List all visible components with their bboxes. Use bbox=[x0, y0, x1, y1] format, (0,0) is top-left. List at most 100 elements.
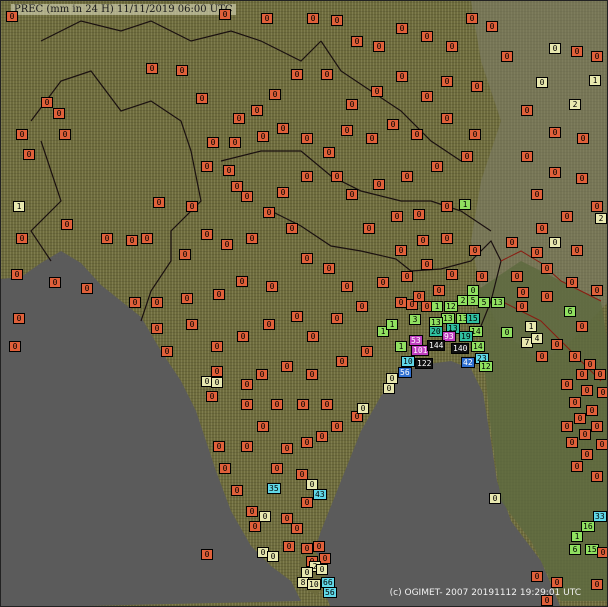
station-value: 0 bbox=[571, 461, 583, 472]
station-value: 1 bbox=[459, 199, 471, 210]
station-value: 16 bbox=[581, 521, 595, 532]
station-value: 0 bbox=[373, 41, 385, 52]
station-value: 0 bbox=[597, 547, 607, 558]
station-value: 1 bbox=[571, 531, 583, 542]
station-value: 1 bbox=[395, 341, 407, 352]
station-value: 0 bbox=[561, 211, 573, 222]
precipitation-map: PREC (mm in 24 H) 11/11/2019 06:00 UTC 0… bbox=[0, 0, 608, 607]
station-value: 0 bbox=[476, 271, 488, 282]
station-value: 0 bbox=[237, 331, 249, 342]
station-value: 0 bbox=[151, 323, 163, 334]
station-value: 0 bbox=[577, 133, 589, 144]
border-nepal bbox=[270, 210, 412, 272]
station-value: 0 bbox=[549, 43, 561, 54]
station-value: 0 bbox=[246, 506, 258, 517]
station-value: 0 bbox=[466, 13, 478, 24]
station-value: 0 bbox=[431, 161, 443, 172]
station-value: 0 bbox=[521, 105, 533, 116]
station-value: 0 bbox=[61, 219, 73, 230]
station-value: 0 bbox=[146, 63, 158, 74]
station-value: 12 bbox=[479, 361, 493, 372]
station-value: 0 bbox=[223, 165, 235, 176]
station-value: 0 bbox=[53, 108, 65, 119]
station-value: 0 bbox=[521, 151, 533, 162]
station-value: 0 bbox=[383, 383, 395, 394]
station-value: 0 bbox=[263, 207, 275, 218]
station-value: 0 bbox=[361, 346, 373, 357]
station-value: 0 bbox=[229, 137, 241, 148]
station-value: 0 bbox=[307, 331, 319, 342]
station-value: 122 bbox=[415, 358, 434, 369]
station-value: 0 bbox=[413, 209, 425, 220]
station-value: 0 bbox=[261, 13, 273, 24]
station-value: 0 bbox=[471, 81, 483, 92]
station-value: 0 bbox=[366, 133, 378, 144]
station-value: 144 bbox=[427, 340, 446, 351]
station-value: 0 bbox=[541, 263, 553, 274]
station-value: 0 bbox=[316, 431, 328, 442]
station-value: 0 bbox=[283, 541, 295, 552]
station-value: 0 bbox=[256, 369, 268, 380]
station-value: 0 bbox=[13, 313, 25, 324]
station-value: 0 bbox=[549, 127, 561, 138]
station-value: 0 bbox=[331, 171, 343, 182]
station-value: 0 bbox=[301, 437, 313, 448]
station-value: 15 bbox=[466, 313, 480, 324]
station-value: 0 bbox=[241, 379, 253, 390]
station-value: 0 bbox=[297, 399, 309, 410]
station-value: 0 bbox=[206, 391, 218, 402]
station-value: 0 bbox=[586, 405, 598, 416]
station-value: 0 bbox=[179, 249, 191, 260]
station-value: 0 bbox=[489, 493, 501, 504]
station-value: 0 bbox=[591, 471, 603, 482]
station-value: 0 bbox=[221, 239, 233, 250]
station-value: 0 bbox=[517, 287, 529, 298]
station-value: 0 bbox=[281, 443, 293, 454]
station-value: 0 bbox=[511, 271, 523, 282]
station-value: 0 bbox=[501, 51, 513, 62]
station-value: 0 bbox=[141, 233, 153, 244]
station-value: 0 bbox=[301, 567, 313, 578]
station-value: 0 bbox=[516, 301, 528, 312]
station-value: 0 bbox=[395, 245, 407, 256]
station-value: 0 bbox=[307, 13, 319, 24]
station-value: 3 bbox=[409, 314, 421, 325]
station-value: 56 bbox=[323, 587, 337, 598]
station-value: 0 bbox=[391, 211, 403, 222]
station-value: 0 bbox=[569, 397, 581, 408]
station-value: 0 bbox=[249, 521, 261, 532]
station-value: 0 bbox=[321, 399, 333, 410]
station-value: 0 bbox=[16, 129, 28, 140]
station-value: 0 bbox=[6, 11, 18, 22]
station-value: 1 bbox=[431, 301, 443, 312]
station-value: 0 bbox=[591, 285, 603, 296]
station-value: 0 bbox=[549, 167, 561, 178]
station-value: 0 bbox=[576, 321, 588, 332]
station-value: 0 bbox=[267, 551, 279, 562]
station-value: 0 bbox=[569, 351, 581, 362]
station-value: 0 bbox=[321, 69, 333, 80]
station-value: 0 bbox=[351, 36, 363, 47]
station-value: 56 bbox=[398, 367, 412, 378]
station-value: 0 bbox=[241, 399, 253, 410]
station-value: 0 bbox=[331, 421, 343, 432]
station-value: 0 bbox=[571, 46, 583, 57]
station-value: 0 bbox=[441, 233, 453, 244]
station-value: 0 bbox=[186, 201, 198, 212]
station-value: 0 bbox=[486, 21, 498, 32]
station-value: 0 bbox=[301, 497, 313, 508]
station-value: 0 bbox=[501, 327, 513, 338]
station-value: 35 bbox=[267, 483, 281, 494]
station-value: 0 bbox=[461, 151, 473, 162]
station-value: 0 bbox=[579, 429, 591, 440]
station-value: 0 bbox=[551, 577, 563, 588]
station-value: 0 bbox=[469, 245, 481, 256]
station-value: 0 bbox=[571, 245, 583, 256]
station-value: 0 bbox=[213, 441, 225, 452]
station-value: 0 bbox=[591, 421, 603, 432]
station-value: 0 bbox=[231, 485, 243, 496]
station-value: 0 bbox=[153, 197, 165, 208]
station-value: 0 bbox=[81, 283, 93, 294]
station-value: 0 bbox=[301, 543, 313, 554]
station-value: 0 bbox=[591, 201, 603, 212]
